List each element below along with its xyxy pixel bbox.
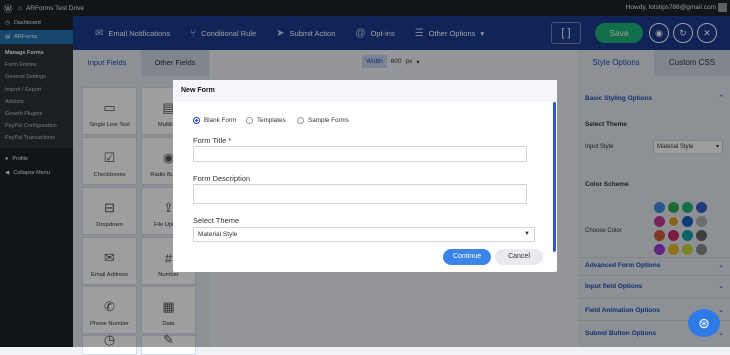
form-title-input[interactable] [193, 146, 527, 162]
form-description-label: Form Description [193, 174, 251, 183]
radio-empty-icon [246, 117, 253, 124]
continue-button[interactable]: Continue [443, 249, 491, 265]
radio-templates[interactable]: Templates [246, 117, 286, 124]
new-form-dialog: New Form Blank Form Templates Sample For… [173, 80, 557, 272]
caret-down-icon: ▼ [524, 231, 530, 237]
cancel-button[interactable]: Cancel [495, 249, 543, 265]
help-fab[interactable]: ⊛ [688, 309, 720, 337]
radio-sample-forms[interactable]: Sample Forms [297, 117, 349, 124]
form-title-label: Form Title * [193, 136, 232, 145]
radio-selected-icon [193, 117, 200, 124]
theme-select[interactable]: Material Style ▼ [193, 227, 535, 242]
form-description-textarea[interactable] [193, 184, 527, 204]
radio-empty-icon [297, 117, 304, 124]
dialog-scrollbar[interactable] [553, 102, 556, 252]
dialog-title: New Form [173, 80, 557, 102]
lifebuoy-icon: ⊛ [698, 315, 710, 331]
select-theme-label: Select Theme [193, 216, 240, 225]
radio-blank-form[interactable]: Blank Form [193, 117, 236, 124]
